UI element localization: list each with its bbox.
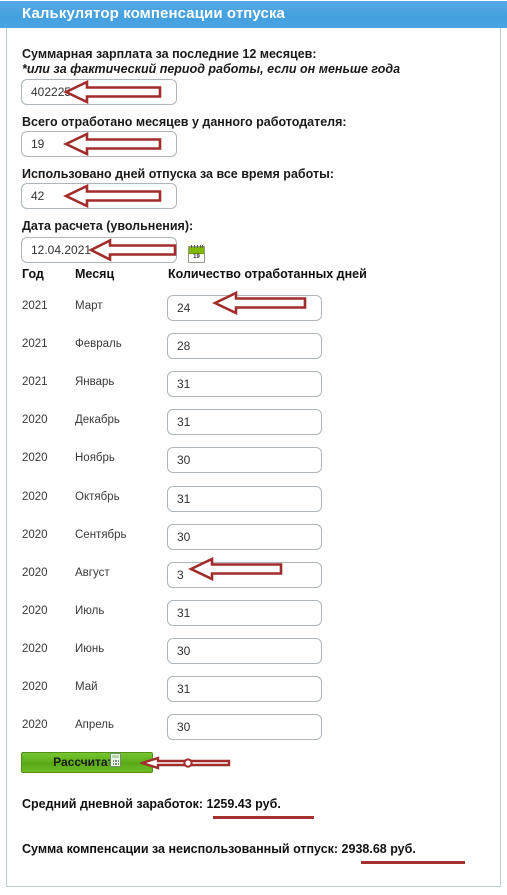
salary-label: Суммарная зарплата за последние 12 месяц… <box>22 47 317 61</box>
table-cell-year: 2020 <box>22 528 48 541</box>
table-cell-year: 2021 <box>22 376 48 389</box>
table-cell-year: 2021 <box>22 338 48 351</box>
table-cell-days-input[interactable] <box>167 561 322 588</box>
table-cell-year: 2020 <box>22 490 48 503</box>
salary-input[interactable] <box>21 79 177 105</box>
title-bar: Калькулятор компенсации отпуска <box>0 1 507 28</box>
table-cell-days-input[interactable] <box>167 409 322 436</box>
table-cell-year: 2020 <box>22 681 48 693</box>
used-days-label: Использовано дней отпуска за все время р… <box>22 167 334 181</box>
table-header-year: Год <box>22 267 44 281</box>
table-cell-year: 2020 <box>22 452 48 465</box>
table-cell-year: 2020 <box>22 604 48 617</box>
calendar-icon-day: 19 <box>193 254 200 260</box>
table-cell-month: Сентябрь <box>75 528 127 541</box>
table-cell-month: Февраль <box>75 338 122 351</box>
calculate-button[interactable]: Рассчитать <box>21 752 153 773</box>
table-cell-days-input[interactable] <box>167 599 322 626</box>
table-cell-days-input[interactable] <box>167 333 322 360</box>
table-cell-days-input[interactable] <box>167 371 322 398</box>
compensation-amount: Сумма компенсации за неиспользованный от… <box>22 842 416 856</box>
table-cell-year: 2020 <box>22 719 48 732</box>
average-daily-underline <box>213 816 314 819</box>
table-cell-month: Октябрь <box>75 490 120 503</box>
salary-note: *или за фактический период работы, если … <box>22 62 401 76</box>
table-cell-month: Ноябрь <box>75 452 115 465</box>
used-days-input[interactable] <box>21 183 177 209</box>
table-cell-month: Июнь <box>75 642 105 655</box>
table-cell-days-input[interactable] <box>167 714 322 741</box>
table-cell-days-input[interactable] <box>167 485 322 512</box>
table-cell-month: Март <box>75 300 103 312</box>
average-daily-earnings: Средний дневной заработок: 1259.43 руб. <box>22 797 281 811</box>
table-cell-days-input[interactable] <box>167 676 322 702</box>
table-cell-month: Апрель <box>75 719 115 732</box>
table-cell-year: 2020 <box>22 566 48 579</box>
table-cell-month: Январь <box>75 376 115 389</box>
table-cell-year: 2020 <box>22 642 48 655</box>
table-cell-month: Июль <box>75 604 105 617</box>
calculator-icon <box>110 753 121 767</box>
table-cell-month: Декабрь <box>75 414 120 427</box>
calc-date-label: Дата расчета (увольнения): <box>22 219 194 233</box>
calculator-page: Калькулятор компенсации отпуска Суммарна… <box>0 0 507 895</box>
table-cell-month: Май <box>75 681 98 693</box>
table-cell-days-input[interactable] <box>167 447 322 474</box>
table-cell-month: Август <box>75 566 110 579</box>
table-cell-days-input[interactable] <box>167 295 322 321</box>
table-header-month: Месяц <box>75 267 115 281</box>
compensation-underline <box>361 861 465 864</box>
months-worked-input[interactable] <box>21 131 177 157</box>
table-cell-days-input[interactable] <box>167 523 322 550</box>
table-cell-year: 2020 <box>22 414 48 427</box>
calendar-icon[interactable]: 19 <box>188 245 205 263</box>
table-cell-year: 2021 <box>22 300 48 312</box>
page-title: Калькулятор компенсации отпуска <box>22 5 285 22</box>
table-cell-days-input[interactable] <box>167 637 322 664</box>
calc-date-input[interactable] <box>21 237 177 263</box>
table-header-days: Количество отработанных дней <box>168 267 367 281</box>
months-worked-label: Всего отработано месяцев у данного работ… <box>22 115 347 129</box>
